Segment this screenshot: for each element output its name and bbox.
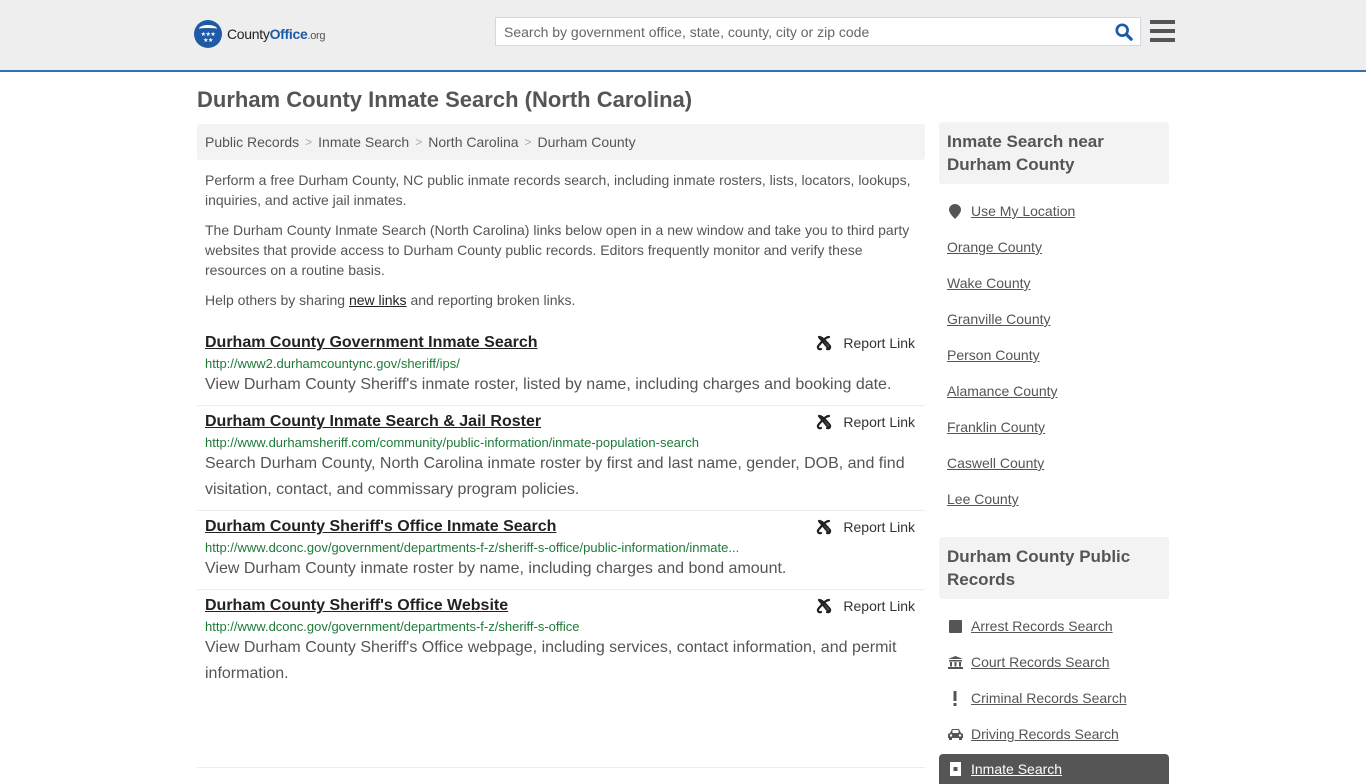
result-title-link[interactable]: Durham County Government Inmate Search [205, 332, 538, 354]
result-title-link[interactable]: Durham County Sheriff's Office Inmate Se… [205, 516, 556, 538]
inmate-door-icon [947, 762, 963, 776]
inmate-search-active-item[interactable]: Inmate Search [939, 754, 1169, 784]
logo-eagle-icon: ★★★ ★★ [194, 20, 222, 48]
nearby-county-link[interactable]: Caswell County [947, 455, 1044, 471]
nearby-county-link[interactable]: Orange County [947, 239, 1042, 255]
nearby-county-item: Caswell County [947, 445, 1161, 481]
nearby-county-item: Lee County [947, 481, 1161, 517]
breadcrumb: Public Records > Inmate Search > North C… [197, 124, 925, 160]
intro-paragraph-3: Help others by sharing new links and rep… [205, 292, 576, 308]
breadcrumb-separator: > [305, 135, 313, 149]
broken-link-icon [817, 519, 832, 535]
nearby-county-item: Wake County [947, 265, 1161, 301]
site-logo[interactable]: ★★★ ★★ CountyOffice.org [194, 20, 326, 48]
records-item: Court Records Search [947, 644, 1161, 680]
sidebar: Inmate Search near Durham County Use My … [939, 122, 1169, 784]
nearby-list: Use My Location Orange County Wake Count… [939, 184, 1169, 517]
result-url: http://www.durhamsheriff.com/community/p… [205, 435, 699, 450]
result-title-link[interactable]: Durham County Inmate Search & Jail Roste… [205, 411, 541, 433]
search-input[interactable] [496, 18, 1096, 45]
nearby-county-link[interactable]: Alamance County [947, 383, 1058, 399]
main-content: Public Records > Inmate Search > North C… [197, 124, 925, 768]
records-item: Driving Records Search [947, 716, 1161, 752]
new-links-link[interactable]: new links [349, 292, 407, 308]
nearby-county-item: Granville County [947, 301, 1161, 337]
nearby-county-link[interactable]: Wake County [947, 275, 1031, 291]
nearby-county-item: Franklin County [947, 409, 1161, 445]
result-title-link[interactable]: Durham County Sheriff's Office Website [205, 595, 508, 617]
breadcrumb-north-carolina[interactable]: North Carolina [428, 134, 518, 150]
breadcrumb-durham-county[interactable]: Durham County [538, 134, 636, 150]
nearby-county-item: Orange County [947, 229, 1161, 265]
arrest-icon [947, 619, 963, 633]
intro-paragraph-1: Perform a free Durham County, NC public … [205, 172, 911, 208]
nearby-county-link[interactable]: Person County [947, 347, 1040, 363]
report-link-button[interactable]: Report Link [815, 334, 915, 352]
broken-link-icon [817, 414, 832, 430]
result-url: http://www.dconc.gov/government/departme… [205, 619, 580, 634]
report-link-button[interactable]: Report Link [815, 597, 915, 615]
results-list: Durham County Government Inmate Search R… [197, 327, 925, 694]
report-link-label: Report Link [843, 519, 915, 535]
result-description: View Durham County Sheriff's inmate rost… [205, 376, 892, 393]
result-item: Durham County Inmate Search & Jail Roste… [197, 406, 925, 511]
broken-link-icon [817, 335, 832, 351]
report-link-button[interactable]: Report Link [815, 518, 915, 536]
nearby-county-item: Person County [947, 337, 1161, 373]
result-description: View Durham County Sheriff's Office webp… [205, 639, 897, 682]
driving-records-link[interactable]: Driving Records Search [971, 726, 1119, 742]
search-icon[interactable] [1115, 23, 1133, 41]
breadcrumb-separator: > [415, 135, 423, 149]
result-description: View Durham County inmate roster by name… [205, 560, 787, 577]
use-my-location-link[interactable]: Use My Location [971, 203, 1075, 219]
page-title: Durham County Inmate Search (North Carol… [197, 87, 693, 112]
public-records-heading: Durham County Public Records [939, 537, 1169, 599]
breadcrumb-separator: > [524, 135, 532, 149]
result-item: Durham County Government Inmate Search R… [197, 327, 925, 406]
nearby-county-link[interactable]: Lee County [947, 491, 1019, 507]
hamburger-menu-icon[interactable] [1150, 20, 1175, 42]
nearby-county-link[interactable]: Franklin County [947, 419, 1045, 435]
report-link-label: Report Link [843, 335, 915, 351]
nearby-county-item: Alamance County [947, 373, 1161, 409]
logo-text: CountyOffice.org [227, 26, 326, 42]
breadcrumb-public-records[interactable]: Public Records [205, 134, 299, 150]
map-marker-icon [947, 203, 963, 219]
intro-paragraph-2: The Durham County Inmate Search (North C… [205, 222, 910, 278]
exclamation-icon [947, 690, 963, 706]
court-records-link[interactable]: Court Records Search [971, 654, 1110, 670]
result-url: http://www.dconc.gov/government/departme… [205, 540, 740, 555]
courthouse-icon [947, 655, 963, 669]
criminal-records-link[interactable]: Criminal Records Search [971, 690, 1127, 706]
report-link-label: Report Link [843, 598, 915, 614]
use-my-location-item: Use My Location [947, 193, 1161, 229]
arrest-records-link[interactable]: Arrest Records Search [971, 618, 1113, 634]
records-item: Arrest Records Search [947, 608, 1161, 644]
intro-text: Perform a free Durham County, NC public … [197, 170, 925, 310]
result-description: Search Durham County, North Carolina inm… [205, 455, 905, 498]
broken-link-icon [817, 598, 832, 614]
public-records-list: Arrest Records Search Court Records Sear… [939, 599, 1169, 752]
report-link-label: Report Link [843, 414, 915, 430]
breadcrumb-inmate-search[interactable]: Inmate Search [318, 134, 409, 150]
result-item: Durham County Sheriff's Office Inmate Se… [197, 511, 925, 590]
inmate-search-link[interactable]: Inmate Search [971, 761, 1062, 777]
top-header: ★★★ ★★ CountyOffice.org [0, 0, 1366, 72]
report-link-button[interactable]: Report Link [815, 413, 915, 431]
car-icon [947, 728, 963, 740]
nearby-heading: Inmate Search near Durham County [939, 122, 1169, 184]
search-box [495, 17, 1141, 46]
nearby-county-link[interactable]: Granville County [947, 311, 1051, 327]
result-item: Durham County Sheriff's Office Website R… [197, 590, 925, 694]
result-url: http://www2.durhamcountync.gov/sheriff/i… [205, 356, 460, 371]
records-item: Criminal Records Search [947, 680, 1161, 716]
